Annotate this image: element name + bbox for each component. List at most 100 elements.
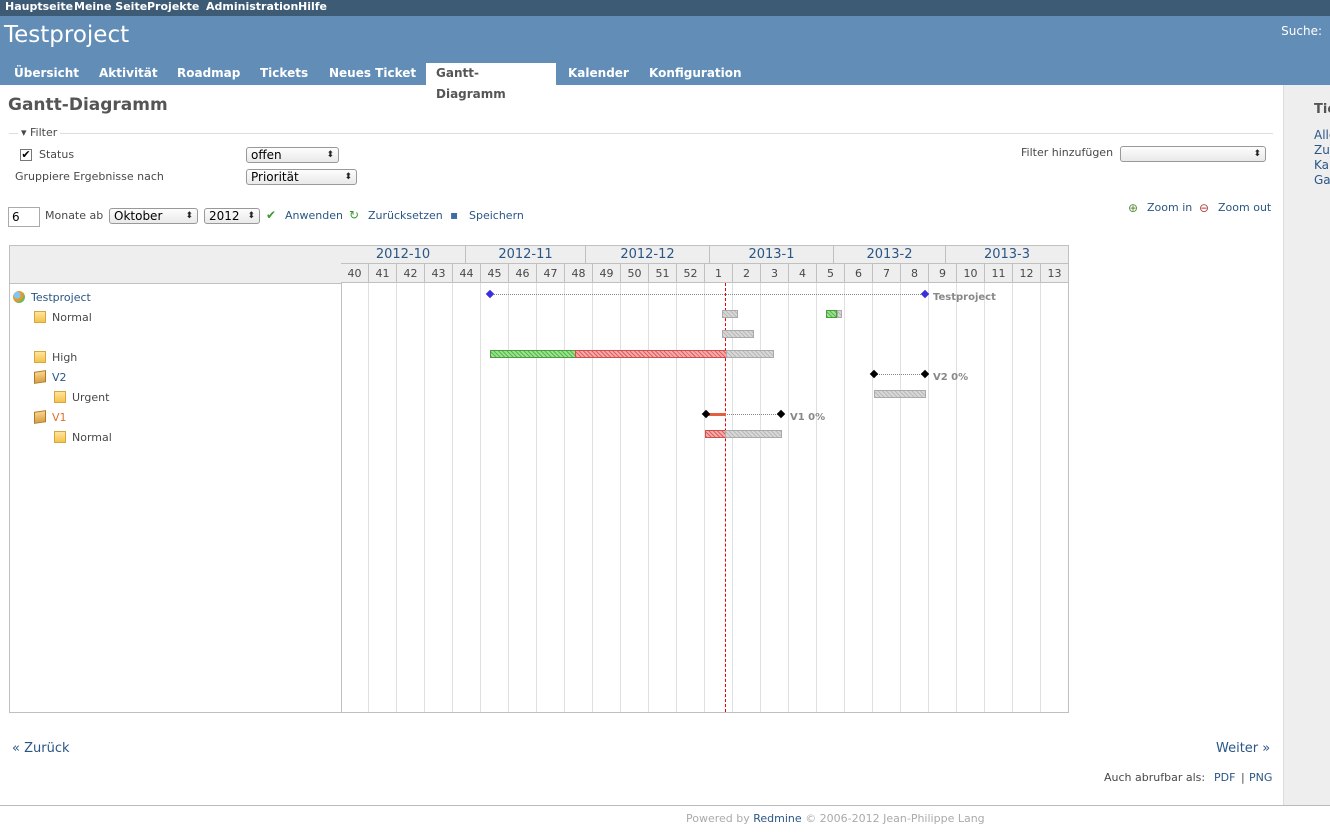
gantt-issue-bar-late[interactable] xyxy=(575,350,727,358)
top-menu-help[interactable]: Hilfe xyxy=(298,0,327,16)
gantt-issue-bar-done[interactable] xyxy=(490,350,576,358)
apply-link[interactable]: Anwenden xyxy=(285,209,343,222)
add-filter-select[interactable]: ⬍ xyxy=(1120,146,1266,162)
gantt-project-bar[interactable] xyxy=(490,294,925,295)
gantt-gridline xyxy=(592,283,593,712)
save-link[interactable]: Speichern xyxy=(469,209,524,222)
export-png-link[interactable]: PNG xyxy=(1249,771,1272,784)
top-menu-projects[interactable]: Projekte xyxy=(147,0,199,16)
status-checkbox[interactable]: ✔ xyxy=(20,149,32,161)
triangle-down-icon: ▾ xyxy=(21,126,27,139)
month-value: Oktober xyxy=(114,209,163,223)
gantt-gridline xyxy=(564,283,565,712)
tab-new-ticket[interactable]: Neues Ticket xyxy=(319,63,426,85)
diamond-icon xyxy=(776,409,786,419)
top-menu-my-page[interactable]: Meine Seite xyxy=(74,0,147,16)
tab-activity[interactable]: Aktivität xyxy=(89,63,168,85)
gantt-subject-header xyxy=(10,246,341,284)
zoom-in-icon: ⊕ xyxy=(1128,201,1139,215)
gantt-week-header: 9 xyxy=(929,264,957,283)
gantt-gridline xyxy=(508,283,509,712)
gantt-week-header: 43 xyxy=(425,264,453,283)
month-select[interactable]: Oktober ⬍ xyxy=(109,208,198,224)
year-select[interactable]: 2012 ⬍ xyxy=(204,208,260,224)
filter-legend[interactable]: ▾ Filter xyxy=(18,126,61,139)
gantt-issue-bar[interactable] xyxy=(837,310,842,318)
group-by-select[interactable]: Priorität ⬍ xyxy=(246,169,357,185)
gantt-row-label: High xyxy=(52,351,78,364)
gantt-row-label[interactable]: Testproject xyxy=(31,291,91,304)
status-label: Status xyxy=(39,148,75,161)
filter-fieldset-border xyxy=(9,133,1273,134)
gantt-month-header[interactable]: 2013-3 xyxy=(946,246,1069,264)
gantt-issue-bar-todo[interactable] xyxy=(726,350,774,358)
footer-text: Powered by Redmine © 2006-2012 Jean-Phil… xyxy=(686,812,985,825)
gantt-version-label: V1 0% xyxy=(790,412,826,423)
tab-gantt[interactable]: Gantt-Diagramm xyxy=(426,63,556,101)
tab-settings[interactable]: Konfiguration xyxy=(639,63,752,85)
folder-icon xyxy=(34,351,46,363)
gantt-project-label: Testproject xyxy=(933,292,996,303)
top-menu-administration[interactable]: Administration xyxy=(206,0,298,16)
folder-icon xyxy=(54,431,66,443)
tab-tickets[interactable]: Tickets xyxy=(250,63,318,85)
sidebar-link-gantt[interactable]: Gantt-Diagramm xyxy=(1314,173,1330,187)
top-menu-home[interactable]: Hauptseite xyxy=(5,0,73,16)
export-label: Auch abrufbar als: xyxy=(1104,771,1206,784)
project-icon xyxy=(13,291,25,303)
sidebar-link-summary[interactable]: Zusammenfassung xyxy=(1314,143,1330,157)
sidebar-link-calendar[interactable]: Kalender xyxy=(1314,158,1330,172)
folder-icon xyxy=(34,311,46,323)
status-operator-select[interactable]: offen ⬍ xyxy=(246,147,339,163)
gantt-week-header: 46 xyxy=(509,264,537,283)
gantt-week-header: 6 xyxy=(845,264,873,283)
gantt-month-header[interactable]: 2013-1 xyxy=(710,246,834,264)
zoom-in-link[interactable]: Zoom in xyxy=(1147,201,1192,214)
gantt-row-version[interactable]: V1 xyxy=(34,410,67,425)
gantt-week-header: 13 xyxy=(1041,264,1069,283)
gantt-version-bar[interactable] xyxy=(874,374,926,375)
gantt-row-label[interactable]: V1 xyxy=(52,411,67,424)
gantt-issue-bar[interactable] xyxy=(874,390,926,398)
gantt-month-header[interactable]: 2012-10 xyxy=(341,246,466,264)
gantt-week-header: 48 xyxy=(565,264,593,283)
gantt-row-project[interactable]: Testproject xyxy=(13,291,91,305)
gantt-issue-bar[interactable] xyxy=(826,310,837,318)
checkmark-icon: ✔ xyxy=(266,208,277,222)
gantt-week-header: 52 xyxy=(677,264,705,283)
gantt-month-header[interactable]: 2013-2 xyxy=(834,246,946,264)
gantt-issue-bar-late[interactable] xyxy=(705,430,726,438)
gantt-issue-bar[interactable] xyxy=(722,330,754,338)
gantt-row-label[interactable]: V2 xyxy=(52,371,67,384)
gantt-today-line xyxy=(725,283,726,712)
zoom-out-link[interactable]: Zoom out xyxy=(1218,201,1271,214)
gantt-issue-bar-todo[interactable] xyxy=(725,430,782,438)
tab-calendar[interactable]: Kalender xyxy=(558,63,639,85)
gantt-week-header: 5 xyxy=(817,264,845,283)
gantt-chart: 2012-10 2012-11 2012-12 2013-1 2013-2 20… xyxy=(9,245,1069,713)
gantt-gridline xyxy=(760,283,761,712)
export-pdf-link[interactable]: PDF xyxy=(1214,771,1235,784)
group-by-value: Priorität xyxy=(251,170,299,184)
add-filter-label: Filter hinzufügen xyxy=(1021,146,1114,159)
gantt-row-label: Normal xyxy=(52,311,92,324)
tab-overview[interactable]: Übersicht xyxy=(4,63,89,85)
page-title: Gantt-Diagramm xyxy=(8,95,168,115)
gantt-week-header: 44 xyxy=(453,264,481,283)
gantt-month-header[interactable]: 2012-12 xyxy=(586,246,710,264)
gantt-week-header: 41 xyxy=(369,264,397,283)
gantt-gridline xyxy=(620,283,621,712)
gantt-issue-bar[interactable] xyxy=(722,310,738,318)
sidebar-link-all-tickets[interactable]: Alle Tickets xyxy=(1314,128,1330,142)
previous-link[interactable]: « Zurück xyxy=(12,741,70,756)
gantt-gridline xyxy=(704,283,705,712)
footer-redmine-link[interactable]: Redmine xyxy=(753,812,801,825)
reset-link[interactable]: Zurücksetzen xyxy=(368,209,443,222)
gantt-gridline xyxy=(1040,283,1041,712)
gantt-month-header[interactable]: 2012-11 xyxy=(466,246,586,264)
tab-roadmap[interactable]: Roadmap xyxy=(167,63,250,85)
gantt-gridline xyxy=(844,283,845,712)
next-link[interactable]: Weiter » xyxy=(1216,741,1270,756)
months-input[interactable]: 6 xyxy=(8,207,40,227)
gantt-row-version[interactable]: V2 xyxy=(34,370,67,385)
